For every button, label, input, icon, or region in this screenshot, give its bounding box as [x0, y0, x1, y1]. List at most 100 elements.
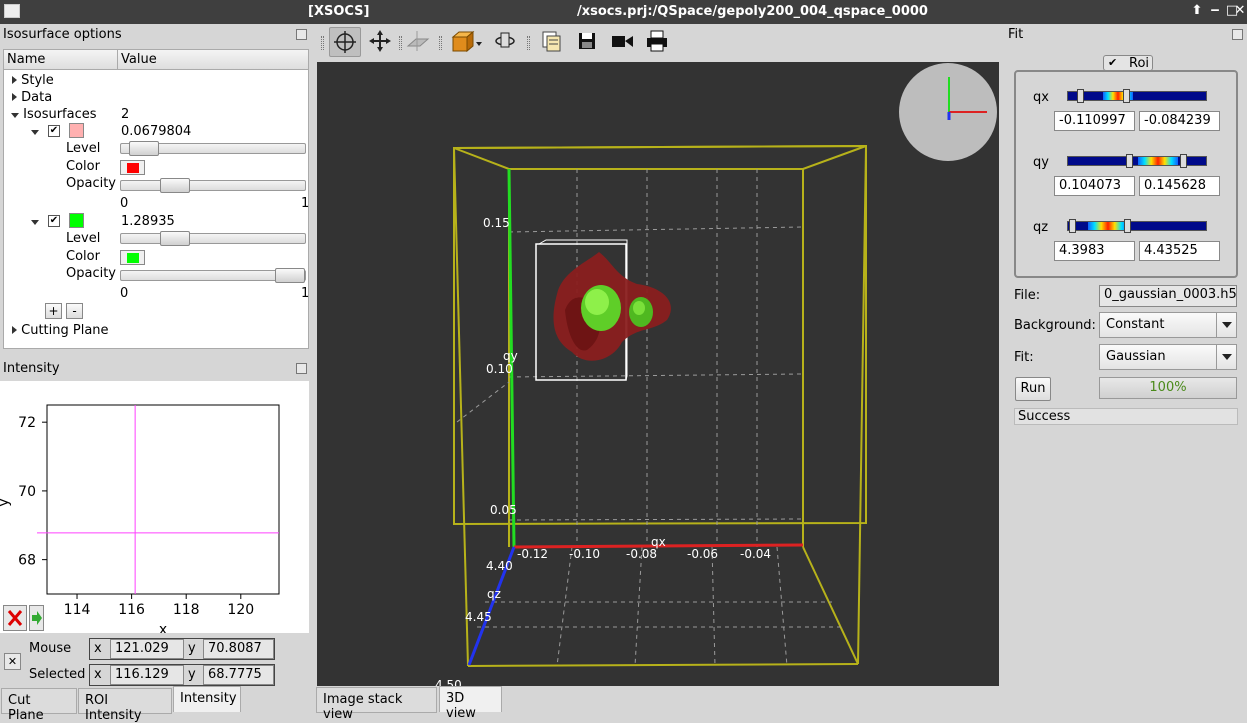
apply-selection-button[interactable]: [29, 605, 44, 631]
qz-range-slider[interactable]: [1067, 219, 1207, 233]
float-panel-icon[interactable]: [296, 29, 307, 40]
close-readout-icon[interactable]: ✕: [4, 653, 21, 670]
tree-item-data[interactable]: Data: [12, 90, 52, 105]
expand-icon[interactable]: [12, 76, 17, 84]
qx-min-field[interactable]: -0.110997: [1054, 111, 1135, 131]
range-handle-min[interactable]: [1077, 89, 1084, 103]
intensity-heatmap[interactable]: 114 116 118 120 68 70 72 x y: [0, 381, 309, 633]
iso2-level-slider[interactable]: [120, 231, 306, 246]
document-title: /xsocs.prj:/QSpace/gepoly200_004_qspace_…: [577, 4, 928, 19]
tab-intensity[interactable]: Intensity: [173, 686, 241, 712]
3d-scene-view[interactable]: qx qy qz -0.12 -0.10 -0.08 -0.06 -0.04 0…: [317, 62, 999, 692]
qx-label: qx: [1033, 90, 1049, 105]
remove-isosurface-button[interactable]: -: [66, 303, 83, 319]
toolbar-grip[interactable]: [321, 36, 324, 50]
fit-type-select[interactable]: Gaussian: [1099, 344, 1237, 370]
qx-range-slider[interactable]: [1067, 89, 1207, 103]
tab-cut-plane[interactable]: Cut Plane: [1, 688, 77, 723]
intensity-panel-title: Intensity: [3, 361, 60, 376]
float-panel-icon[interactable]: [1232, 29, 1243, 40]
reset-zoom-icon[interactable]: [489, 27, 521, 57]
expand-icon[interactable]: [12, 326, 17, 334]
qy-max-field[interactable]: 0.145628: [1139, 176, 1220, 196]
qz-tick-label: 4.45: [465, 610, 492, 624]
range-handle-min[interactable]: [1126, 154, 1133, 168]
tree-item-style[interactable]: Style: [12, 73, 54, 88]
copy-icon[interactable]: [535, 27, 567, 57]
print-icon[interactable]: [641, 27, 673, 57]
collapse-icon[interactable]: [31, 124, 39, 139]
float-panel-icon[interactable]: [296, 363, 307, 374]
qz-tick-label: 4.50: [435, 678, 462, 686]
scene-grid: [456, 169, 842, 667]
iso2-color-button[interactable]: [120, 250, 145, 265]
iso2-color-swatch: [69, 213, 84, 228]
tree-item-cutting-plane[interactable]: Cutting Plane: [12, 323, 109, 338]
tree-item-isosurfaces[interactable]: Isosurfaces: [11, 107, 97, 122]
iso2-value[interactable]: 1.28935: [121, 214, 175, 229]
selected-y-field: 68.7775: [203, 665, 274, 685]
range-handle-max[interactable]: [1124, 219, 1131, 233]
file-field[interactable]: 0_gaussian_0003.h5: [1099, 285, 1237, 307]
toolbar-grip[interactable]: [527, 36, 530, 50]
iso1-opacity-slider[interactable]: [120, 178, 306, 193]
qz-min-field[interactable]: 4.3983: [1054, 241, 1135, 261]
intensity-plot-area: 114 116 118 120 68 70 72 x y: [0, 381, 309, 633]
range-handle-min[interactable]: [1069, 219, 1076, 233]
rotate-icon[interactable]: [329, 27, 361, 57]
expand-icon[interactable]: [12, 93, 17, 101]
checkbox-check-icon: ✔: [1108, 56, 1118, 69]
run-button[interactable]: Run: [1015, 377, 1051, 401]
tab-image-stack-view[interactable]: Image stack view: [316, 687, 437, 722]
qz-max-field[interactable]: 4.43525: [1139, 241, 1220, 261]
pin-icon[interactable]: ⬆: [1189, 3, 1205, 19]
minimize-icon[interactable]: ‒: [1207, 3, 1223, 19]
background-select[interactable]: Constant: [1099, 312, 1237, 338]
tab-roi-intensity[interactable]: ROI Intensity: [78, 688, 172, 723]
clear-selection-button[interactable]: [3, 605, 27, 631]
cube-view-icon[interactable]: [447, 27, 485, 57]
iso2-visible-checkbox[interactable]: ✔: [48, 215, 60, 227]
tab-3d-view[interactable]: 3D view: [439, 686, 502, 721]
roi-checkbox[interactable]: ✔ Roi: [1103, 55, 1153, 71]
toolbar-grip[interactable]: [439, 36, 442, 50]
range-handle-max[interactable]: [1123, 89, 1130, 103]
range-handle-max[interactable]: [1180, 154, 1187, 168]
background-label: Background:: [1014, 318, 1096, 333]
selected-label: Selected: [29, 667, 86, 682]
collapse-icon[interactable]: [31, 214, 39, 229]
video-icon[interactable]: [606, 27, 638, 57]
close-icon[interactable]: ✕: [1232, 3, 1247, 19]
iso1-value[interactable]: 0.0679804: [121, 124, 191, 139]
fit-status: Success: [1014, 408, 1238, 425]
collapse-icon[interactable]: [11, 113, 19, 118]
value-column-header[interactable]: Value: [121, 52, 157, 67]
qz-profile: [1088, 222, 1128, 230]
window-menu-button[interactable]: [4, 4, 20, 18]
slider-handle[interactable]: [160, 231, 190, 246]
background-value: Constant: [1106, 317, 1165, 332]
iso1-visible-checkbox[interactable]: ✔: [48, 125, 60, 137]
add-isosurface-button[interactable]: +: [45, 303, 62, 319]
slider-handle[interactable]: [129, 141, 159, 156]
qy-min-field[interactable]: 0.104073: [1054, 176, 1135, 196]
plane-icon[interactable]: [401, 27, 433, 57]
iso1-color-button[interactable]: [120, 160, 145, 175]
slider-handle[interactable]: [275, 268, 305, 283]
pan-icon[interactable]: [364, 27, 396, 57]
mouse-label: Mouse: [29, 641, 72, 656]
iso2-opacity-slider[interactable]: [120, 268, 306, 283]
iso1-level-slider[interactable]: [120, 141, 306, 156]
chevron-down-icon[interactable]: [1216, 313, 1236, 337]
slider-handle[interactable]: [160, 178, 190, 193]
save-icon[interactable]: [571, 27, 603, 57]
qy-range-slider[interactable]: [1067, 154, 1207, 168]
bbox-edge: [802, 546, 859, 665]
chevron-down-icon[interactable]: [1216, 345, 1236, 369]
iso1-opacity-label: Opacity: [66, 176, 117, 191]
fit-panel-title: Fit: [1008, 27, 1024, 42]
name-column-header[interactable]: Name: [7, 52, 45, 67]
3d-scene[interactable]: qx qy qz -0.12 -0.10 -0.08 -0.06 -0.04 0…: [317, 62, 999, 692]
iso1-color-label: Color: [66, 159, 100, 174]
qx-max-field[interactable]: -0.084239: [1139, 111, 1220, 131]
